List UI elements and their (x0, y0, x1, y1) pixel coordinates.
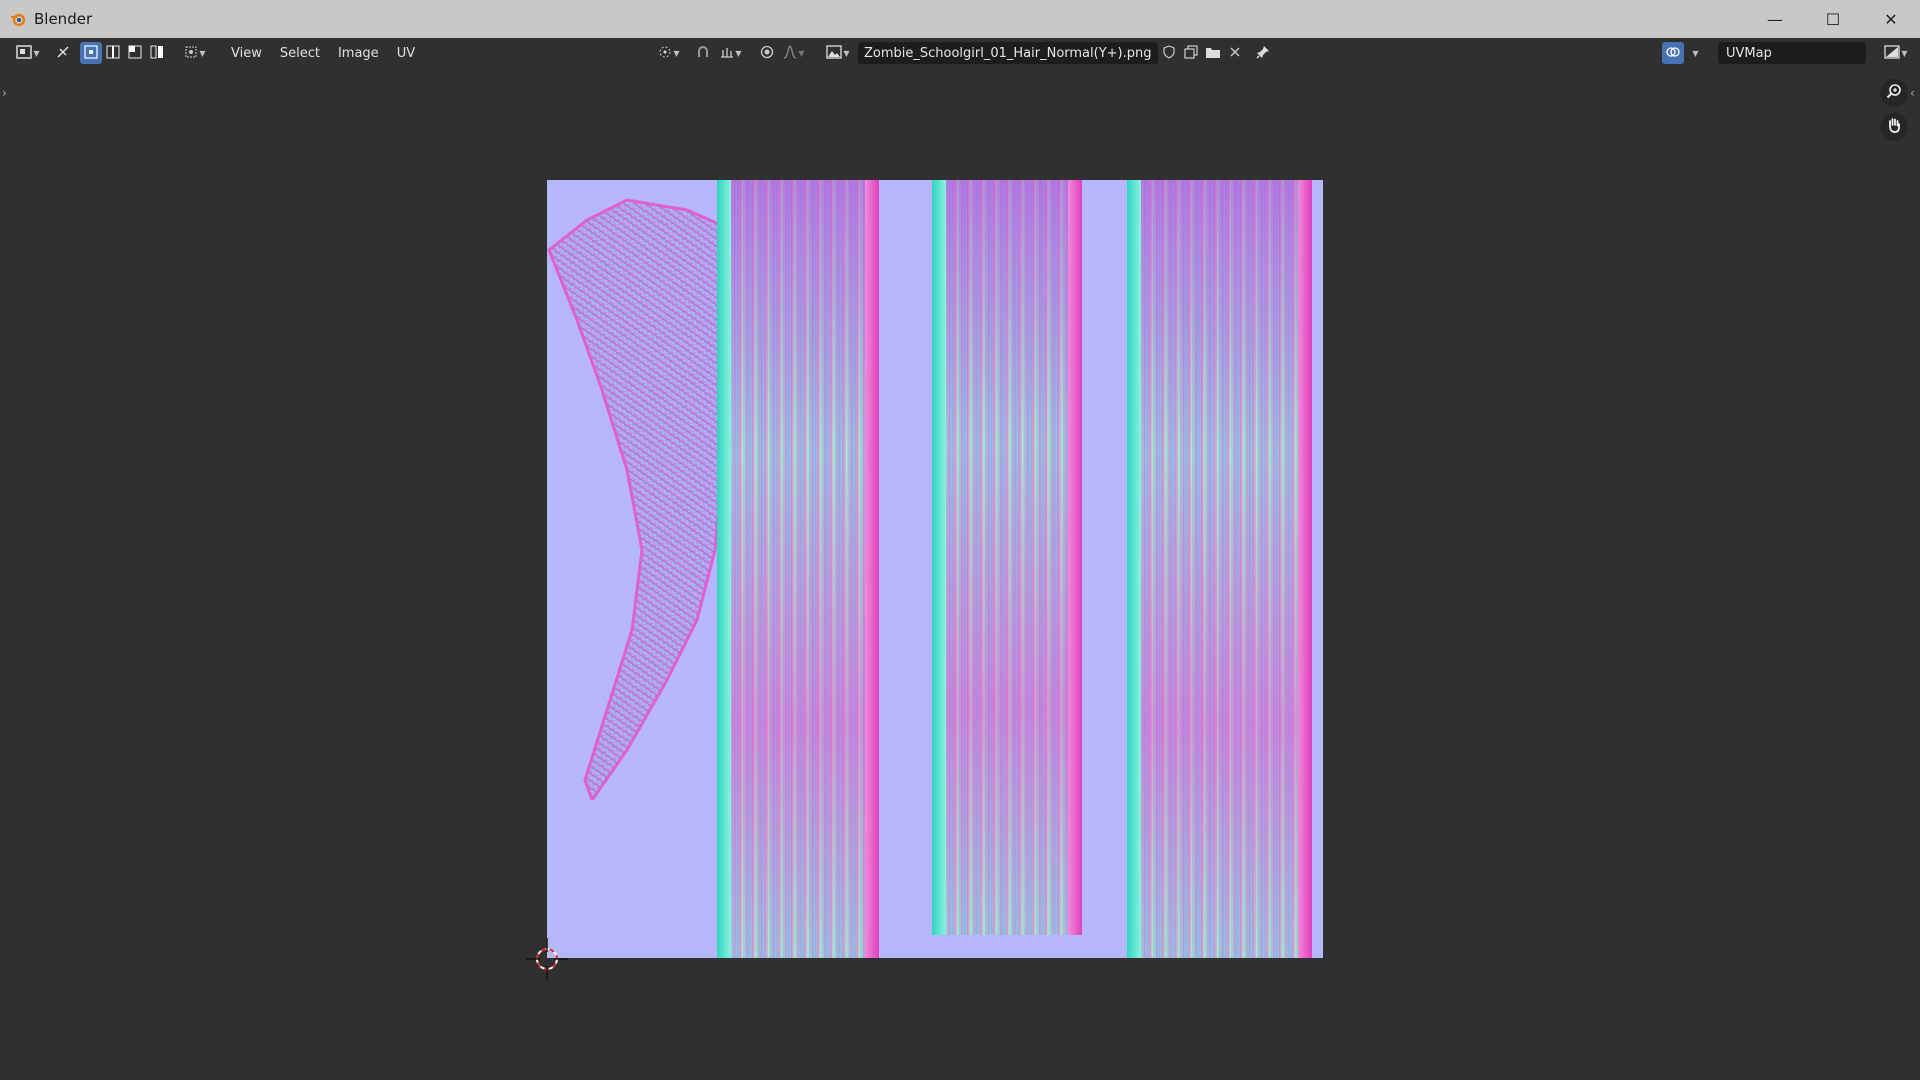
window-title: Blender (34, 10, 93, 28)
strip-shading (932, 180, 1082, 935)
maximize-button[interactable]: ☐ (1804, 0, 1862, 38)
pin-image-button[interactable] (1250, 42, 1276, 64)
edge-mode-icon (106, 44, 120, 62)
menu-uv[interactable]: UV (388, 46, 424, 61)
hair-strip-1 (717, 180, 879, 958)
snap-icon (696, 45, 710, 62)
chevron-down-icon: ▼ (1692, 48, 1699, 58)
image-editor-header: ▼ ▼ View Select Image UV ▼ ▼ ▼ ▼ Zombie_… (0, 38, 1920, 68)
proportional-edit-button[interactable] (755, 42, 779, 64)
snap-target-button[interactable]: ▼ (715, 42, 747, 64)
hand-icon (1886, 117, 1902, 137)
open-image-button[interactable] (1202, 42, 1224, 64)
strip-shading (1127, 180, 1312, 958)
overlays-dropdown-button[interactable]: ▼ (1684, 42, 1706, 64)
proportional-edit-icon (760, 45, 774, 62)
island-mode-icon (150, 44, 164, 62)
snap-target-icon (720, 45, 734, 62)
strip-edge (932, 180, 946, 935)
face-mode-icon (128, 44, 142, 62)
window-titlebar: Blender — ☐ ✕ (0, 0, 1920, 38)
uv-map-name: UVMap (1726, 45, 1772, 61)
close-window-button[interactable]: ✕ (1862, 0, 1920, 38)
editor-type-button[interactable]: ▼ (12, 42, 44, 64)
overlay-icon (1666, 45, 1680, 62)
sticky-select-icon (184, 45, 198, 62)
chevron-down-icon: ▼ (199, 48, 206, 58)
chevron-down-icon: ▼ (798, 48, 805, 58)
new-image-button[interactable] (1180, 42, 1202, 64)
vertex-select-mode-button[interactable] (80, 42, 102, 64)
strip-shading (717, 180, 879, 958)
chevron-down-icon: ▼ (1901, 48, 1908, 58)
image-browse-button[interactable]: ▼ (822, 42, 854, 64)
chevron-down-icon: ▼ (673, 48, 680, 58)
vertex-mode-icon (84, 44, 98, 62)
strip-edge (1298, 180, 1312, 958)
menu-view[interactable]: View (222, 46, 271, 61)
close-icon (1230, 46, 1240, 60)
image-editor-icon (16, 44, 33, 62)
falloff-curve-button[interactable]: ▼ (779, 42, 809, 64)
pivot-point-button[interactable]: ▼ (653, 42, 685, 64)
display-channels-button[interactable]: ▼ (1880, 42, 1912, 64)
strip-edge (1068, 180, 1082, 935)
pin-icon (1256, 45, 1270, 62)
display-channels-icon (1884, 44, 1901, 62)
minimize-button[interactable]: — (1746, 0, 1804, 38)
overlays-toggle-button[interactable] (1662, 42, 1684, 64)
fake-user-shield-icon (1162, 44, 1175, 62)
folder-icon (1205, 45, 1221, 62)
image-browse-icon (826, 44, 843, 62)
sidebar-expand-arrow[interactable]: ‹ (1910, 86, 1915, 100)
2d-cursor[interactable] (526, 938, 568, 980)
pivot-point-icon (658, 45, 672, 62)
uv-sync-button[interactable] (52, 42, 74, 64)
image-name-field[interactable]: Zombie_Schoolgirl_01_Hair_Normal(Y+).png (858, 42, 1158, 64)
pan-gizmo[interactable] (1880, 113, 1908, 141)
menu-image[interactable]: Image (329, 46, 388, 61)
strip-edge (717, 180, 731, 958)
face-select-mode-button[interactable] (124, 42, 146, 64)
menu-select[interactable]: Select (271, 46, 329, 61)
hair-strip-2 (932, 180, 1082, 935)
toolbar-expand-arrow[interactable]: › (2, 86, 7, 100)
image-name-text: Zombie_Schoolgirl_01_Hair_Normal(Y+).png (864, 45, 1152, 61)
edge-select-mode-button[interactable] (102, 42, 124, 64)
chevron-down-icon: ▼ (735, 48, 742, 58)
chevron-down-icon: ▼ (843, 48, 850, 58)
blender-logo-icon (8, 9, 28, 29)
normal-map-texture (547, 180, 1323, 958)
island-select-mode-button[interactable] (146, 42, 168, 64)
zoom-gizmo[interactable] (1880, 79, 1908, 107)
uv-sync-icon (56, 45, 70, 62)
snap-toggle-button[interactable] (691, 42, 715, 64)
sticky-selection-button[interactable]: ▼ (180, 42, 210, 64)
zoom-icon (1886, 83, 1902, 103)
fake-user-button[interactable] (1158, 42, 1180, 64)
hair-strip-3 (1127, 180, 1312, 958)
new-image-icon (1183, 44, 1198, 62)
unlink-image-button[interactable] (1224, 42, 1246, 64)
uv-map-selector[interactable]: UVMap (1718, 42, 1866, 64)
chevron-down-icon: ▼ (33, 48, 40, 58)
strip-edge (1127, 180, 1141, 958)
falloff-curve-icon (783, 44, 797, 62)
strip-edge (865, 180, 879, 958)
